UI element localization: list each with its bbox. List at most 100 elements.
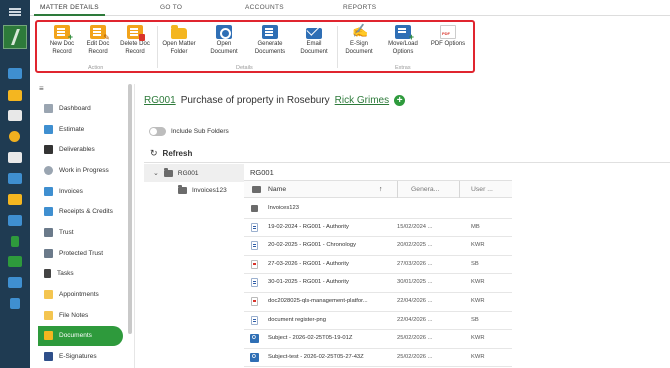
table-row[interactable]: Subject-test - 2026-02-25T05-27-43Z 25/02… — [244, 349, 512, 368]
open-document-button[interactable]: Open Document — [199, 25, 249, 56]
column-header-generated[interactable]: Genera... — [411, 186, 439, 193]
chart-icon[interactable] — [8, 68, 22, 79]
trust-icon — [44, 227, 53, 237]
chevron-down-icon[interactable]: ⌄ — [153, 169, 159, 177]
list-icon[interactable] — [8, 277, 22, 288]
pdf-icon — [440, 25, 456, 39]
column-header-user[interactable]: User ... — [471, 186, 493, 193]
tree-node-child[interactable]: Invoices123 — [178, 185, 227, 194]
cell-name: doc2028025-qls-management-platfor... — [268, 298, 368, 304]
add-button[interactable]: + — [394, 95, 406, 106]
tree-node-label: RG001 — [177, 169, 199, 177]
sidebar-item-receipts-credits[interactable]: Receipts & Credits — [38, 201, 124, 222]
document-icon — [251, 315, 258, 325]
tree-node-root[interactable]: ⌄ RG001 — [153, 167, 199, 177]
tab-reports[interactable]: REPORTS — [343, 4, 376, 11]
tab-go-to[interactable]: GO TO — [160, 4, 182, 11]
invoice-icon — [44, 186, 53, 196]
mail-folder-icon[interactable] — [8, 90, 22, 101]
sidebar-scrollbar[interactable] — [128, 84, 132, 334]
cell-name: 27-03-2026 - RG001 - Authority — [268, 260, 349, 267]
email-icon — [306, 28, 322, 39]
open-matter-folder-button[interactable]: Open Matter Folder — [154, 25, 204, 56]
collapse-menu-icon[interactable]: ≡ — [39, 84, 44, 93]
group-label-action: Action — [88, 65, 104, 71]
folder-icon — [178, 185, 187, 194]
sidebar-item-tasks[interactable]: Tasks — [38, 264, 124, 285]
tab-matter-details[interactable]: MATTER DETAILS — [34, 4, 105, 16]
refresh-label: Refresh — [162, 149, 193, 158]
app-logo — [3, 25, 27, 49]
table-row[interactable]: 19-02-2024 - RG001 - Authority 15/02/2024… — [244, 219, 512, 238]
edit-doc-record-label: Edit Doc Record — [86, 41, 110, 55]
esign-document-button[interactable]: E-Sign Document — [334, 23, 384, 56]
cell-user: SB — [471, 260, 479, 267]
sidebar-item-appointments[interactable]: Appointments — [38, 284, 124, 305]
clock-icon[interactable] — [9, 131, 20, 142]
cell-user: KWR — [471, 279, 485, 286]
cell-generated: 27/03/2026 ... — [397, 260, 433, 267]
client-link[interactable]: Rick Grimes — [335, 95, 389, 106]
calculator-icon[interactable] — [8, 173, 22, 184]
open-document-icon — [216, 25, 232, 39]
email-document-button[interactable]: Email Document — [289, 25, 339, 56]
sidebar-item-work-in-progress[interactable]: Work in Progress — [38, 160, 124, 181]
delete-doc-record-label: Delete Doc Record — [120, 41, 150, 55]
refresh-button[interactable]: ↻ Refresh — [150, 148, 192, 159]
matter-code-link[interactable]: RG001 — [144, 95, 176, 106]
tab-accounts[interactable]: ACCOUNTS — [245, 4, 284, 11]
card-icon[interactable] — [8, 110, 22, 121]
folder-icon — [171, 25, 187, 39]
generate-documents-button[interactable]: Generate Documents — [245, 25, 295, 56]
pdf-options-button[interactable]: PDF Options — [423, 25, 473, 49]
table-row[interactable]: doc2028025-qls-management-platfor... 22/0… — [244, 293, 512, 312]
delete-doc-record-button[interactable]: Delete Doc Record — [110, 25, 160, 56]
table-row[interactable]: 20-02-2025 - RG001 - Chronology 20/02/202… — [244, 237, 512, 256]
group-label-details: Details — [236, 65, 253, 71]
calendar-icon[interactable] — [8, 152, 22, 163]
table-row[interactable]: Subject - 2026-02-25T05-19-01Z 25/02/2026… — [244, 330, 512, 349]
trust-icon[interactable] — [11, 236, 19, 247]
building-icon[interactable] — [10, 298, 20, 309]
sidebar-item-label: Trust — [59, 228, 74, 236]
sidebar-item-invoices[interactable]: Invoices — [38, 181, 124, 202]
sidebar-item-estimate[interactable]: Estimate — [38, 119, 124, 140]
email-document-label: Email Document — [300, 41, 328, 55]
cell-name: Invoices123 — [268, 205, 299, 211]
generate-documents-icon — [262, 25, 278, 39]
esign-document-label: E-Sign Document — [345, 41, 373, 55]
matter-header: RG001 Purchase of property in Rosebury R… — [144, 95, 406, 106]
open-matter-folder-label: Open Matter Folder — [162, 41, 196, 55]
matter-description: Purchase of property in Rosebury — [180, 95, 330, 106]
email-icon[interactable] — [8, 215, 22, 226]
new-doc-record-icon — [54, 25, 73, 42]
documents-icon[interactable] — [8, 194, 22, 205]
sidebar-item-trust[interactable]: Trust — [38, 222, 124, 243]
cell-user: SB — [471, 316, 479, 323]
sidebar-item-esignatures[interactable]: E-Signatures — [38, 346, 124, 367]
table-row[interactable]: 30-01-2025 - RG001 - Authority 30/01/2025… — [244, 274, 512, 293]
sidebar-item-file-notes[interactable]: File Notes — [38, 305, 124, 326]
table-row[interactable]: 27-03-2026 - RG001 - Authority 27/03/2026… — [244, 256, 512, 275]
cell-generated: 25/02/2026 ... — [397, 335, 433, 342]
move-load-icon — [395, 25, 414, 42]
sidebar-item-label: Receipts & Credits — [59, 208, 113, 216]
app-rail — [0, 0, 30, 368]
cell-generated: 22/04/2026 ... — [397, 298, 433, 304]
column-separator — [459, 181, 460, 198]
sidebar-item-label: Tasks — [57, 270, 74, 278]
sidebar-item-dashboard[interactable]: Dashboard — [38, 98, 124, 119]
sidebar-item-documents[interactable]: Documents — [38, 325, 123, 347]
sidebar-item-protected-trust[interactable]: Protected Trust — [38, 243, 124, 264]
panel-divider — [134, 84, 135, 368]
table-row[interactable]: document register-png 22/04/2026 ... SB — [244, 312, 512, 331]
sidebar-item-deliverables[interactable]: Deliverables — [38, 139, 124, 160]
generate-documents-label: Generate Documents — [254, 41, 286, 55]
hamburger-menu-icon[interactable] — [9, 8, 21, 10]
move-load-options-button[interactable]: Move/Load Options — [378, 25, 428, 56]
chat-icon[interactable] — [8, 256, 22, 267]
sort-ascending-icon[interactable]: ↑ — [379, 186, 382, 193]
table-row[interactable]: Invoices123 — [244, 200, 512, 219]
column-header-name[interactable]: Name — [268, 186, 286, 193]
include-sub-folders-toggle[interactable] — [149, 127, 166, 136]
